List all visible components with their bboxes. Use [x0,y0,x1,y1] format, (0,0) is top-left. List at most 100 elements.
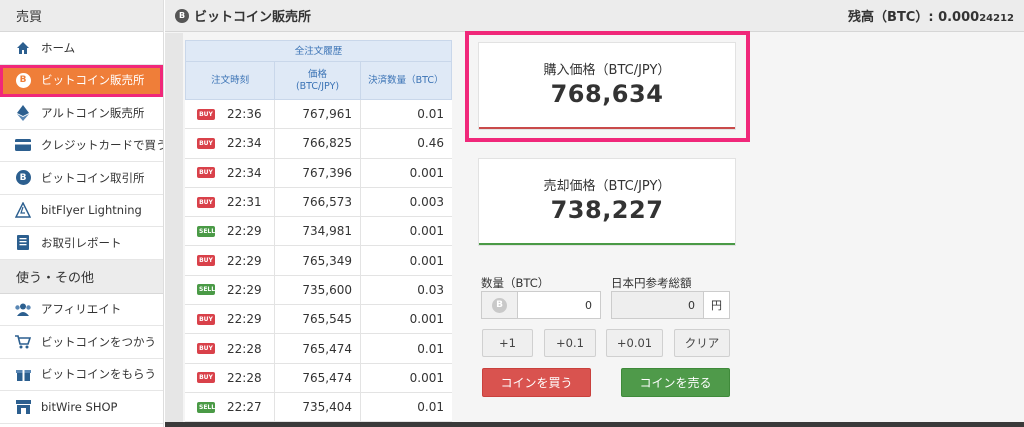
column-header-amount: 決済数量（BTC） [368,74,444,86]
price-cell: 765,349 [275,246,361,275]
time-cell: BUY 22:28 [185,363,275,392]
add-1-button[interactable]: +1 [482,329,533,357]
table-row: BUY 22:29 765,545 0.001 [185,305,452,335]
amount-cell: 0.01 [417,341,444,356]
lightning-icon [14,201,32,219]
time-cell: BUY 22:29 [185,305,275,334]
sidebar-item-get-bitcoin[interactable]: ビットコインをもらう [0,359,163,391]
add-0.1-button[interactable]: +0.1 [544,329,596,357]
buy-price-value: 768,634 [550,80,664,108]
quantity-field: B [481,291,601,319]
order-time: 22:28 [227,341,262,356]
amount-cell: 0.001 [409,312,444,327]
gift-icon [14,365,32,383]
buy-badge: BUY [197,372,215,384]
sell-price-card: 売却価格（BTC/JPY） 738,227 [478,158,736,246]
buy-badge: BUY [197,167,215,179]
sidebar-item-label: アルトコイン販売所 [41,105,145,120]
sidebar-item-altcoin-shop[interactable]: アルトコイン販売所 [0,97,163,130]
sidebar-item-lightning[interactable]: bitFlyer Lightning [0,195,163,227]
sidebar-item-shop[interactable]: bitWire SHOP [0,391,163,424]
jpy-total-label: 日本円参考総額 [611,276,692,290]
jpy-total-input [612,292,703,318]
page-header: B ビットコイン販売所 残高（BTC）: 0.00024212 [165,0,1024,32]
sell-coin-button[interactable]: コインを売る [621,368,730,397]
cart-icon [14,333,32,351]
table-row: BUY 22:36 767,961 0.01 [185,100,452,130]
time-cell: BUY 22:36 [185,100,275,129]
sell-badge: SELL [197,225,216,237]
bitcoin-icon: B [14,169,32,187]
report-icon [14,234,32,252]
section-header-trade: 売買 [0,0,163,32]
amount-cell: 0.001 [409,370,444,385]
shop-icon [14,398,32,416]
order-history-table: 全注文履歴 注文時刻 価格 (BTC/JPY) 決済数量（BTC） BUY 22:… [185,40,452,427]
bitcoin-icon: B [14,71,32,89]
bitcoin-icon: B [492,297,507,313]
order-time: 22:29 [227,253,262,268]
sidebar: 売買 ホーム B ビットコイン販売所 アルトコイン販売所 クレジットカードで買う… [0,0,164,427]
table-header: 注文時刻 価格 (BTC/JPY) 決済数量（BTC） [185,62,452,100]
amount-cell: 0.001 [409,253,444,268]
sidebar-item-label: アフィリエイト [41,302,122,317]
add-0.01-button[interactable]: +0.01 [606,329,663,357]
sell-price-underline [479,243,735,245]
order-time: 22:29 [227,282,262,297]
sell-price-value: 738,227 [550,196,664,224]
table-row: BUY 22:28 765,474 0.01 [185,334,452,364]
sidebar-item-home[interactable]: ホーム [0,32,163,65]
price-cell: 765,545 [275,305,361,334]
sidebar-item-label: bitFlyer Lightning [41,203,142,218]
table-body: BUY 22:36 767,961 0.01 BUY 22:34 766,825 0.46 BU… [185,100,452,423]
table-row: BUY 22:31 766,573 0.003 [185,187,452,218]
sidebar-item-label: ビットコインをもらう [41,367,156,382]
time-cell: SELL 22:27 [185,392,275,422]
section-header-other: 使う・その他 [0,259,163,294]
table-row: BUY 22:34 766,825 0.46 [185,129,452,159]
buy-badge: BUY [197,255,215,267]
sell-badge: SELL [197,284,216,296]
order-time: 22:36 [227,107,262,122]
sidebar-item-label: ビットコイン取引所 [41,170,145,185]
sidebar-item-label: ビットコイン販売所 [41,73,145,88]
table-row: SELL 22:27 735,404 0.01 [185,392,452,423]
jpy-total-field: 円 [611,291,730,319]
ethereum-icon [14,104,32,122]
sidebar-item-exchange[interactable]: B ビットコイン取引所 [0,162,163,195]
home-icon [14,39,32,57]
order-time: 22:29 [227,224,262,239]
sell-price-label: 売却価格（BTC/JPY） [543,179,671,194]
price-cell: 735,404 [275,392,361,422]
sidebar-item-bitcoin-shop[interactable]: B ビットコイン販売所 [0,64,163,97]
buy-price-card: 購入価格（BTC/JPY） 768,634 [478,42,736,130]
amount-cell: 0.03 [417,282,444,297]
buy-price-label: 購入価格（BTC/JPY） [543,63,671,78]
buy-badge: BUY [197,343,215,355]
price-cell: 734,981 [275,217,361,246]
table-row: SELL 22:29 735,600 0.03 [185,275,452,306]
time-cell: BUY 22:34 [185,129,275,158]
sidebar-item-label: お取引レポート [41,235,122,250]
amount-cell: 0.001 [409,224,444,239]
quantity-input[interactable] [518,292,600,318]
buy-badge: BUY [197,137,215,149]
time-cell: BUY 22:29 [185,246,275,275]
sidebar-item-label: bitWire SHOP [41,399,118,414]
sidebar-item-credit-card[interactable]: クレジットカードで買う [0,130,163,162]
price-cell: 765,474 [275,334,361,363]
price-cell: 766,573 [275,187,361,217]
amount-cell: 0.01 [417,107,444,122]
column-header-price: 価格 (BTC/JPY) [275,62,361,99]
sidebar-item-use-bitcoin[interactable]: ビットコインをつかう [0,326,163,359]
order-time: 22:27 [227,400,262,415]
clear-button[interactable]: クリア [674,329,730,357]
buy-coin-button[interactable]: コインを買う [482,368,591,397]
left-divider [165,33,183,427]
buy-price-underline [479,127,735,129]
buy-badge: BUY [197,313,215,325]
price-cell: 765,474 [275,363,361,392]
sidebar-item-affiliate[interactable]: アフィリエイト [0,294,163,326]
order-time: 22:34 [227,136,262,151]
sidebar-item-report[interactable]: お取引レポート [0,227,163,260]
